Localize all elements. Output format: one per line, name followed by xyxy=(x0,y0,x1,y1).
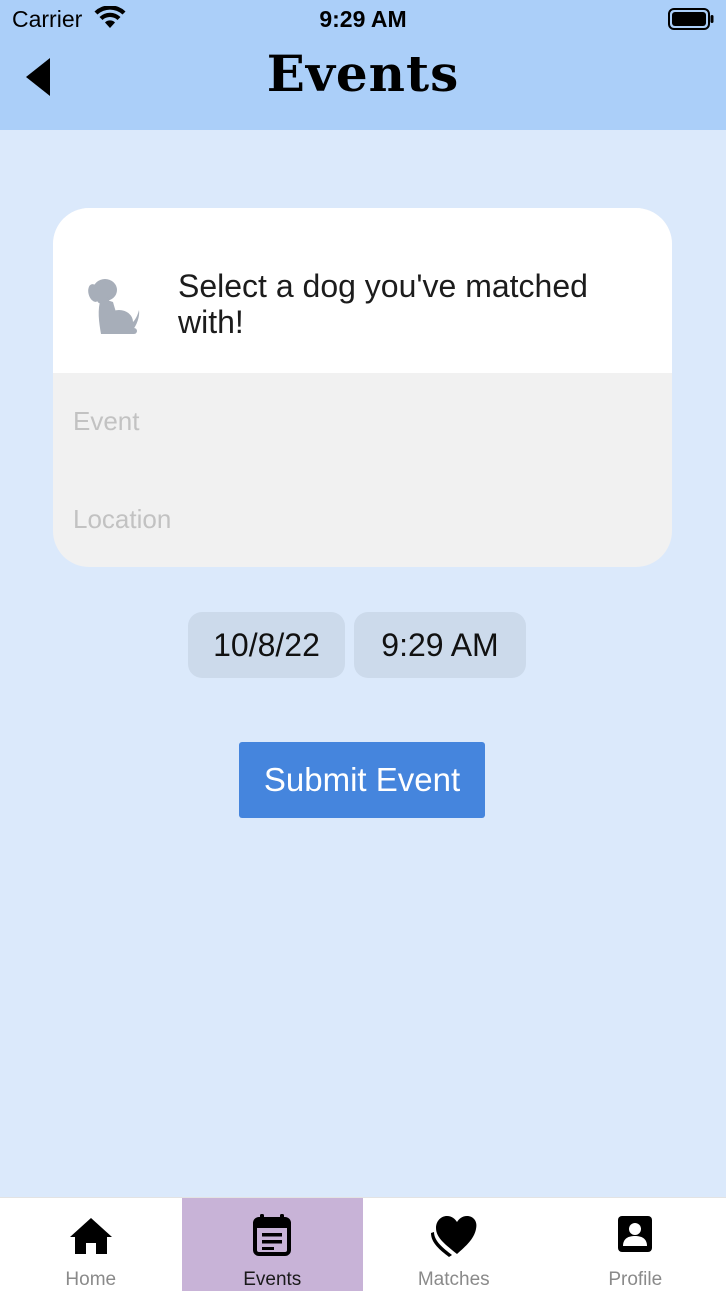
tab-home-label: Home xyxy=(0,1269,182,1291)
dog-icon xyxy=(87,276,141,336)
event-field xyxy=(53,373,672,469)
date-picker[interactable]: 10/8/22 xyxy=(188,612,345,678)
tab-home[interactable]: Home xyxy=(0,1198,182,1291)
tab-profile-label: Profile xyxy=(545,1269,726,1291)
tab-events-label: Events xyxy=(182,1269,364,1291)
tab-events[interactable]: Events xyxy=(182,1198,364,1291)
dog-select-button[interactable]: Select a dog you've matched with! xyxy=(53,208,672,373)
tab-matches-label: Matches xyxy=(363,1269,545,1291)
calendar-event-icon xyxy=(248,1212,296,1258)
tab-bar: Home Events Matches Profile xyxy=(0,1197,726,1291)
time-picker[interactable]: 9:29 AM xyxy=(354,612,526,678)
heart-icon xyxy=(430,1212,478,1258)
profile-icon xyxy=(611,1212,659,1258)
event-input[interactable] xyxy=(73,373,653,469)
event-form-card: Select a dog you've matched with! xyxy=(53,208,672,567)
status-bar: Carrier 9:29 AM xyxy=(0,0,726,40)
tab-matches[interactable]: Matches xyxy=(363,1198,545,1291)
battery-icon xyxy=(668,8,714,30)
submit-event-button[interactable]: Submit Event xyxy=(239,742,485,818)
home-icon xyxy=(67,1212,115,1258)
location-field xyxy=(53,471,672,567)
status-clock: 9:29 AM xyxy=(0,6,726,33)
tab-profile[interactable]: Profile xyxy=(545,1198,726,1291)
page-title: Events xyxy=(0,44,726,103)
dog-select-label: Select a dog you've matched with! xyxy=(178,268,638,340)
header: Carrier 9:29 AM Events xyxy=(0,0,726,130)
location-input[interactable] xyxy=(73,471,653,567)
